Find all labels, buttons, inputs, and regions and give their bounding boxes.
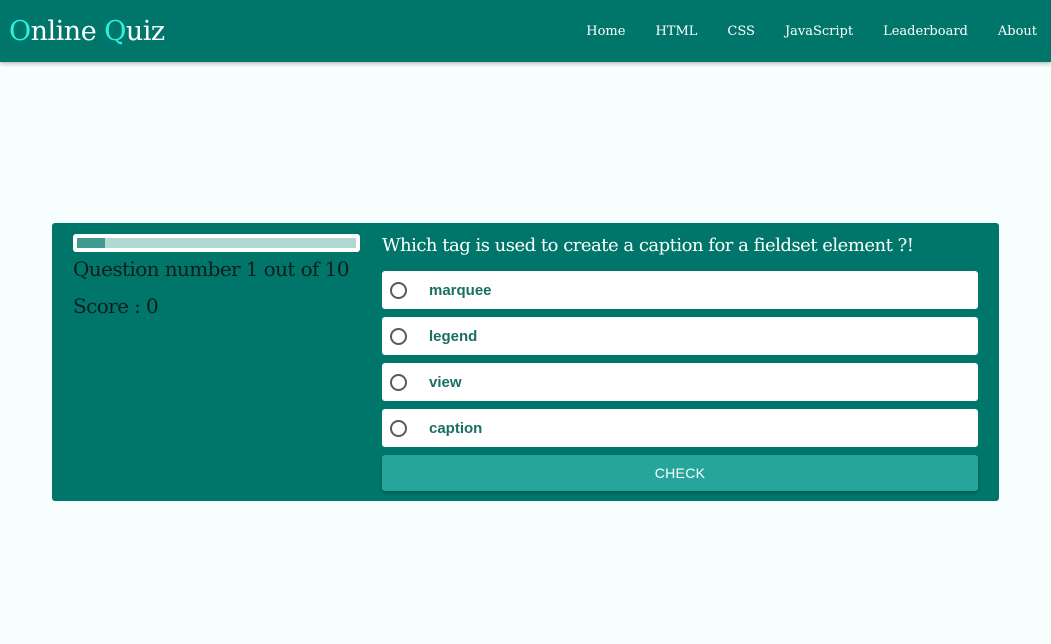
answer-option-legend[interactable]: legend <box>382 317 978 355</box>
radio-icon[interactable] <box>390 419 407 437</box>
progress-fill <box>77 238 105 248</box>
check-button[interactable]: CHECK <box>382 455 978 491</box>
nav-links: Home HTML CSS JavaScript Leaderboard Abo… <box>556 24 1037 39</box>
radio-icon[interactable] <box>390 373 407 391</box>
answer-option-marquee[interactable]: marquee <box>382 271 978 309</box>
logo-text-quiz: uiz <box>125 15 165 47</box>
answer-label: view <box>429 373 462 391</box>
quiz-card: Question number 1 out of 10 Score : 0 Wh… <box>52 223 999 501</box>
logo-letter-o: O <box>9 15 31 47</box>
nav-link-about[interactable]: About <box>998 24 1037 39</box>
nav-link-css[interactable]: CSS <box>727 24 755 39</box>
question-counter: Question number 1 out of 10 <box>73 257 349 281</box>
nav-link-javascript[interactable]: JavaScript <box>785 24 853 39</box>
nav-link-html[interactable]: HTML <box>655 24 697 39</box>
question-text: Which tag is used to create a caption fo… <box>382 235 914 256</box>
answer-label: marquee <box>429 281 492 299</box>
answer-option-view[interactable]: view <box>382 363 978 401</box>
answer-label: legend <box>429 327 478 345</box>
radio-icon[interactable] <box>390 281 407 299</box>
logo-letter-q: Q <box>104 15 126 47</box>
progress-bar <box>73 234 360 252</box>
answer-label: caption <box>429 419 483 437</box>
radio-icon[interactable] <box>390 327 407 345</box>
nav-link-leaderboard[interactable]: Leaderboard <box>883 24 968 39</box>
score-display: Score : 0 <box>73 294 159 318</box>
site-logo[interactable]: Online Quiz <box>9 16 165 47</box>
answer-option-caption[interactable]: caption <box>382 409 978 447</box>
progress-track <box>77 238 356 248</box>
nav-link-home[interactable]: Home <box>586 24 625 39</box>
logo-text-online: nline <box>30 15 105 47</box>
navbar: Online Quiz Home HTML CSS JavaScript Lea… <box>0 0 1051 62</box>
